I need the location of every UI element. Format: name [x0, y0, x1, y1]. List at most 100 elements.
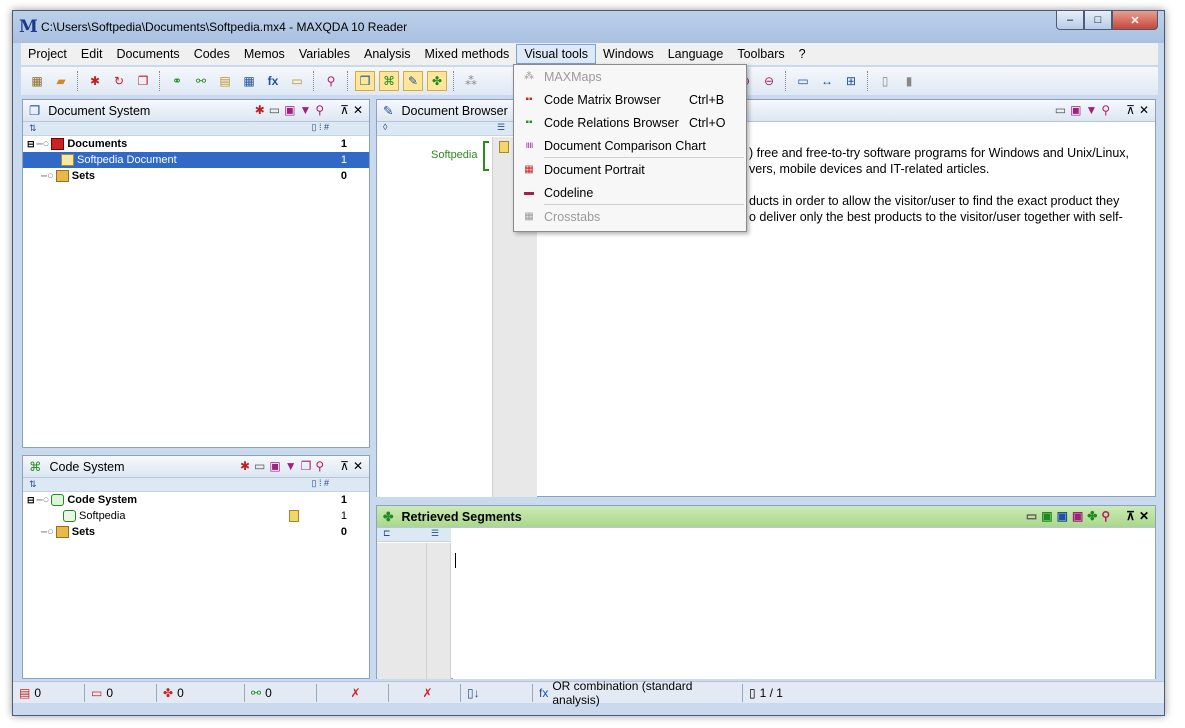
print-icon[interactable]: ▭: [1055, 103, 1066, 117]
activate-icon[interactable]: ✱: [85, 71, 105, 91]
activate-all-icon[interactable]: ✱: [240, 459, 250, 473]
reset-icon[interactable]: ↻: [109, 71, 129, 91]
filter-icon[interactable]: ▼: [299, 103, 311, 117]
document-browser-toggle-icon[interactable]: ✎: [403, 71, 423, 91]
menu-item-document-portrait[interactable]: ▦ Document Portrait: [514, 158, 746, 181]
status-weight-filter[interactable]: ✗: [317, 683, 389, 702]
menu-item-code-relations-browser[interactable]: ▪▪ Code Relations Browser Ctrl+O: [514, 111, 746, 134]
memo-icon[interactable]: ▤: [215, 71, 235, 91]
print-icon[interactable]: ▭: [254, 459, 265, 473]
copy-icon[interactable]: ❐: [301, 459, 312, 473]
links-icon[interactable]: ⚯: [191, 71, 211, 91]
export-icon[interactable]: ▣: [284, 103, 295, 117]
activate-all-icon[interactable]: ✱: [255, 103, 265, 117]
close-button[interactable]: ✕: [1112, 11, 1158, 30]
menu-project[interactable]: Project: [21, 45, 74, 63]
tree-row-sets[interactable]: ‒○ Sets 0: [23, 524, 369, 540]
menu-variables[interactable]: Variables: [292, 45, 357, 63]
maximize-button[interactable]: □: [1084, 11, 1112, 30]
menu-windows[interactable]: Windows: [596, 45, 661, 63]
retrieved-segments-toggle-icon[interactable]: ✤: [427, 71, 447, 91]
menu-item-codeline[interactable]: ▬ Codeline: [514, 181, 746, 204]
code-column-icon[interactable]: ◊: [383, 122, 387, 132]
memo-column-icon[interactable]: ☰: [431, 528, 439, 539]
sort-icon[interactable]: ⇅: [29, 479, 37, 490]
search-icon[interactable]: ⚲: [315, 103, 324, 117]
fit-width-icon[interactable]: ↔: [817, 71, 837, 91]
function-icon[interactable]: fx: [263, 71, 283, 91]
status-edit-mode[interactable]: ✗: [389, 683, 461, 702]
menu-codes[interactable]: Codes: [187, 45, 237, 63]
pin-icon[interactable]: ⊼: [1126, 509, 1135, 523]
origin-column-icon[interactable]: ⊏: [383, 528, 391, 539]
tree-row-code-system[interactable]: ⊟ ‒○ Code System 1: [23, 492, 369, 508]
menu-documents[interactable]: Documents: [109, 45, 186, 63]
link-icon[interactable]: ⚭: [167, 71, 187, 91]
collapse-icon[interactable]: ⊟: [27, 139, 35, 150]
search-icon[interactable]: ⚲: [1101, 509, 1110, 523]
memo-icon[interactable]: [289, 510, 299, 522]
document-system-toggle-icon[interactable]: ❒: [355, 71, 375, 91]
layout2-icon[interactable]: ▮: [899, 71, 919, 91]
menu-item-code-matrix-browser[interactable]: ▪▪ Code Matrix Browser Ctrl+B: [514, 88, 746, 111]
note-icon[interactable]: ▭: [287, 71, 307, 91]
export-icon[interactable]: ▣: [269, 459, 280, 473]
close-icon[interactable]: ✕: [1139, 509, 1149, 523]
search-icon[interactable]: ⚲: [315, 459, 324, 473]
filter-icon[interactable]: ▼: [285, 459, 297, 473]
sort-icon[interactable]: ⇅: [29, 123, 37, 134]
pin-icon[interactable]: ⊼: [1126, 103, 1135, 117]
code-stripe-bracket-icon[interactable]: [483, 141, 489, 171]
collapse-icon[interactable]: ⊟: [27, 495, 35, 506]
menu-item-maxmaps[interactable]: ⁂ MAXMaps: [514, 65, 746, 88]
zoom-out-icon[interactable]: ⊖: [759, 71, 779, 91]
menu-item-document-comparison-chart[interactable]: ıııı Document Comparison Chart: [514, 134, 746, 157]
new-project-icon[interactable]: ▦: [27, 71, 47, 91]
smart-coding-icon[interactable]: ✤: [1087, 509, 1097, 523]
close-icon[interactable]: ✕: [1139, 103, 1149, 117]
zoom-100-icon[interactable]: ▭: [793, 71, 813, 91]
export-excel-icon[interactable]: ▣: [1041, 509, 1052, 523]
retrieved-text-area[interactable]: [453, 543, 1155, 679]
memo-column-icon[interactable]: ☰: [497, 122, 505, 133]
menu-edit[interactable]: Edit: [74, 45, 110, 63]
code-system-toggle-icon[interactable]: ⌘: [379, 71, 399, 91]
menu-mixed-methods[interactable]: Mixed methods: [418, 45, 517, 63]
copy-icon[interactable]: ❐: [133, 71, 153, 91]
menu-memos[interactable]: Memos: [237, 45, 292, 63]
close-icon[interactable]: ✕: [353, 459, 363, 473]
menu-help[interactable]: ?: [792, 45, 813, 63]
open-project-icon[interactable]: ▰: [51, 71, 71, 91]
tree-row-softpedia-document[interactable]: Softpedia Document 1: [23, 152, 369, 168]
export-html-icon[interactable]: ▣: [1057, 509, 1068, 523]
menu-visual-tools[interactable]: Visual tools: [516, 44, 597, 64]
status-sort[interactable]: ▯↓: [461, 683, 533, 702]
menu-item-crosstabs[interactable]: ▦ Crosstabs: [514, 205, 746, 228]
filter-icon[interactable]: ▼: [1085, 103, 1097, 117]
layout-icon[interactable]: ▯: [875, 71, 895, 91]
status-analysis-mode[interactable]: fx OR combination (standard analysis): [533, 679, 743, 707]
columns-icon[interactable]: ▯ ⁞ #: [312, 122, 329, 133]
menu-analysis[interactable]: Analysis: [357, 45, 418, 63]
code-stripe-label[interactable]: Softpedia: [431, 149, 477, 161]
print-icon[interactable]: ▭: [269, 103, 280, 117]
close-icon[interactable]: ✕: [353, 103, 363, 117]
table-icon[interactable]: ▦: [239, 71, 259, 91]
search-icon[interactable]: ⚲: [1101, 103, 1110, 117]
menu-language[interactable]: Language: [661, 45, 731, 63]
export-icon[interactable]: ▣: [1072, 509, 1083, 523]
search-icon[interactable]: ⚲: [321, 71, 341, 91]
memo-icon[interactable]: [499, 141, 509, 153]
columns-icon[interactable]: ▯ ⁞ #: [312, 478, 329, 489]
print-icon[interactable]: ▭: [1026, 509, 1037, 523]
export-icon[interactable]: ▣: [1070, 103, 1081, 117]
tree-row-softpedia-code[interactable]: Softpedia 1: [23, 508, 369, 524]
minimize-button[interactable]: –: [1056, 11, 1084, 30]
pin-icon[interactable]: ⊼: [340, 103, 349, 117]
pin-icon[interactable]: ⊼: [340, 459, 349, 473]
tree-row-sets[interactable]: ‒○ Sets 0: [23, 168, 369, 184]
menu-toolbars[interactable]: Toolbars: [730, 45, 791, 63]
maps-icon[interactable]: ⁂: [461, 71, 481, 91]
fit-page-icon[interactable]: ⊞: [841, 71, 861, 91]
tree-row-documents[interactable]: ⊟ ‒○ Documents 1: [23, 136, 369, 152]
